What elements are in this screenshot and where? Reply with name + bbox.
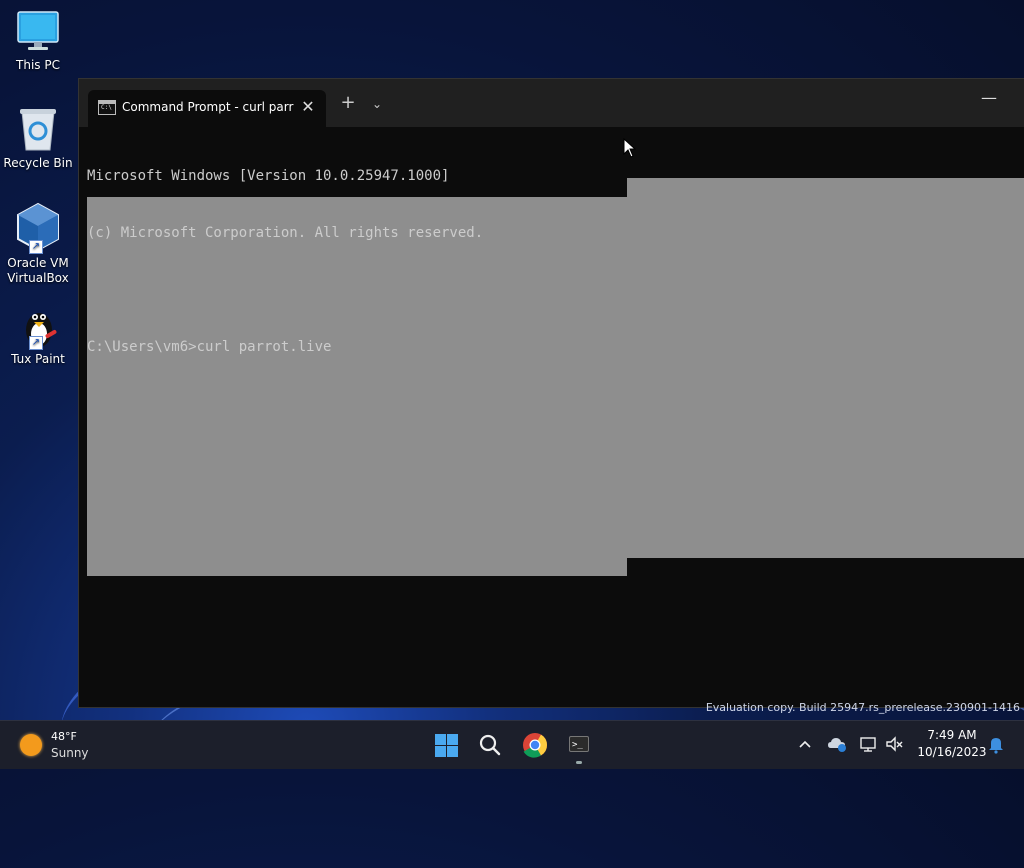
command-prompt-icon: C:\ xyxy=(98,100,116,115)
tab-command-prompt[interactable]: C:\ Command Prompt - curl parr ✕ xyxy=(88,90,326,127)
terminal-taskbar-button[interactable]: >_ xyxy=(561,727,597,764)
virtualbox-icon: ↗ xyxy=(15,202,61,254)
onedrive-tray-button[interactable] xyxy=(826,733,848,755)
sun-icon xyxy=(20,734,42,756)
terminal-output[interactable]: Microsoft Windows [Version 10.0.25947.10… xyxy=(87,129,1024,699)
desktop-icon-label: Oracle VM VirtualBox xyxy=(7,256,69,285)
volume-tray-button[interactable] xyxy=(884,733,906,755)
terminal-prompt-line: C:\Users\vm6>curl parrot.live xyxy=(87,339,332,355)
desktop-icon-label: Tux Paint xyxy=(11,352,65,366)
clock-date: 10/16/2023 xyxy=(917,745,987,759)
close-tab-button[interactable]: ✕ xyxy=(298,97,318,117)
shortcut-arrow-icon: ↗ xyxy=(29,240,43,254)
desktop-icon-tux-paint[interactable]: ↗ Tux Paint xyxy=(0,306,76,367)
title-bar[interactable]: C:\ Command Prompt - curl parr ✕ + ⌄ — xyxy=(79,79,1024,127)
volume-muted-icon xyxy=(886,736,903,752)
tab-title: Command Prompt - curl parr xyxy=(122,100,294,114)
new-tab-button[interactable]: + xyxy=(337,93,359,115)
chevron-up-icon xyxy=(799,740,811,748)
search-icon xyxy=(479,734,501,756)
notifications-button[interactable] xyxy=(985,733,1007,755)
desktop-icon-label: This PC xyxy=(16,58,60,72)
terminal-icon: >_ xyxy=(569,736,589,752)
windows-start-icon xyxy=(435,734,458,757)
desktop-icon-this-pc[interactable]: This PC xyxy=(0,10,76,73)
running-indicator xyxy=(576,761,582,764)
recycle-bin-icon xyxy=(18,106,58,152)
tab-dropdown-button[interactable]: ⌄ xyxy=(367,93,387,115)
output-block-left xyxy=(87,197,627,576)
weather-temperature: 48°F xyxy=(51,730,77,743)
taskbar: 48°F Sunny >_ 7:49 AM 10/16/2023 xyxy=(0,720,1024,769)
network-icon xyxy=(860,737,876,752)
desktop-icon-virtualbox[interactable]: ↗ Oracle VM VirtualBox xyxy=(0,202,76,286)
weather-widget[interactable]: 48°F Sunny xyxy=(18,729,108,763)
show-hidden-icons-button[interactable] xyxy=(794,733,816,755)
start-button[interactable] xyxy=(428,727,464,763)
search-button[interactable] xyxy=(472,727,508,763)
evaluation-watermark: Evaluation copy. Build 25947.rs_prerelea… xyxy=(705,701,1020,714)
tux-paint-icon: ↗ xyxy=(15,306,61,350)
chrome-taskbar-button[interactable] xyxy=(517,727,553,763)
chrome-icon xyxy=(523,733,547,758)
desktop-icon-recycle-bin[interactable]: Recycle Bin xyxy=(0,106,76,171)
cloud-icon xyxy=(828,738,846,752)
weather-condition: Sunny xyxy=(51,746,89,760)
clock[interactable]: 7:49 AM 10/16/2023 xyxy=(912,727,992,761)
shortcut-arrow-icon: ↗ xyxy=(29,336,43,350)
terminal-line: Microsoft Windows [Version 10.0.25947.10… xyxy=(87,168,450,184)
desktop-icon-label: Recycle Bin xyxy=(3,156,73,170)
clock-time: 7:49 AM xyxy=(927,728,977,742)
terminal-line: (c) Microsoft Corporation. All rights re… xyxy=(87,225,484,241)
minimize-button[interactable]: — xyxy=(974,87,1004,113)
network-tray-button[interactable] xyxy=(858,733,880,755)
monitor-icon xyxy=(16,10,60,54)
bell-icon xyxy=(989,738,1003,754)
terminal-window[interactable]: C:\ Command Prompt - curl parr ✕ + ⌄ — M… xyxy=(78,78,1024,708)
